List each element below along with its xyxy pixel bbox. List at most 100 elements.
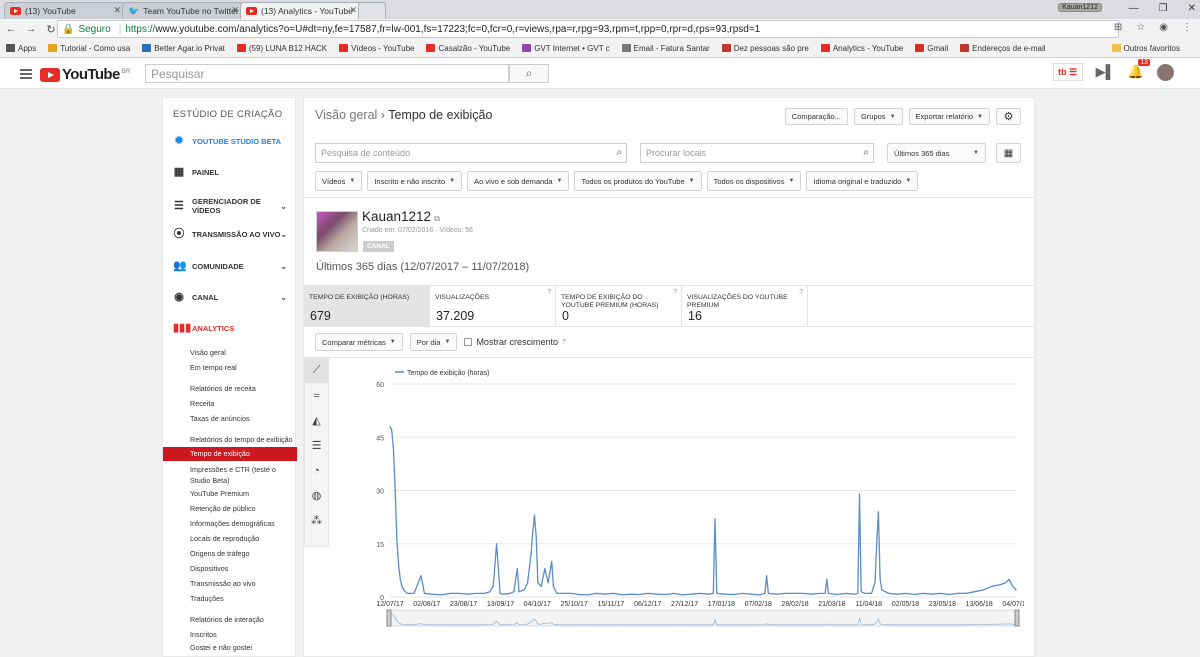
- bookmark-item[interactable]: Tutorial - Como usa: [48, 44, 130, 53]
- analytics-subnav-item[interactable]: Transmissão ao vivo: [190, 579, 256, 588]
- bubble-chart-icon[interactable]: ⁂: [305, 508, 328, 533]
- analytics-subnav-item[interactable]: Receita: [190, 399, 214, 408]
- compare-button[interactable]: Comparação...: [784, 108, 848, 125]
- analytics-subnav-item[interactable]: Relatórios de receita: [190, 384, 256, 393]
- location-search-input[interactable]: Procurar locais ⌕: [640, 143, 874, 163]
- help-icon[interactable]: ?: [673, 289, 677, 296]
- checkbox[interactable]: [464, 338, 473, 346]
- close-icon[interactable]: ✕: [231, 5, 239, 16]
- analytics-subnav-item[interactable]: YouTube Premium: [190, 489, 249, 498]
- browser-profile[interactable]: Kauan1212: [1058, 3, 1102, 12]
- star-icon[interactable]: ☆: [1136, 22, 1145, 33]
- filter-live[interactable]: Ao vivo e sob demanda ▼: [467, 171, 570, 191]
- content-search-input[interactable]: Pesquisa de conteúdo ⌕: [315, 143, 627, 163]
- per-day-select[interactable]: Por dia ▼: [409, 333, 458, 351]
- breadcrumb-overview-link[interactable]: Visão geral: [315, 108, 377, 122]
- analytics-subnav-item[interactable]: Tempo de exibição: [163, 447, 297, 461]
- calendar-button[interactable]: ▦: [996, 143, 1021, 163]
- browser-tab-twitter[interactable]: 🐦 Team YouTube no Twitter ✕: [122, 2, 244, 19]
- new-tab-button[interactable]: [358, 2, 386, 19]
- bar-chart-icon[interactable]: ☰: [305, 433, 328, 458]
- analytics-subnav-item[interactable]: Locais de reprodução: [190, 534, 259, 543]
- back-icon[interactable]: ←: [5, 23, 17, 35]
- analytics-subnav-item[interactable]: Traduções: [190, 594, 224, 603]
- forward-icon[interactable]: →: [25, 23, 37, 35]
- analytics-subnav-item[interactable]: Retenção de público: [190, 504, 256, 513]
- bookmark-item[interactable]: GVT Internet • GVT c: [522, 44, 610, 53]
- date-range-select[interactable]: Últimos 365 dias ▼: [887, 143, 986, 163]
- filter-devices[interactable]: Todos os dispositivos ▼: [706, 171, 802, 191]
- analytics-subnav-item[interactable]: Impressões e CTR (teste o: [190, 465, 276, 474]
- close-icon[interactable]: ✕: [113, 5, 121, 16]
- multi-line-icon[interactable]: ≈: [305, 383, 328, 408]
- bookmark-item[interactable]: Better Agar.io Privat: [142, 44, 225, 53]
- browser-tab-youtube[interactable]: (13) YouTube ✕: [4, 2, 126, 19]
- analytics-subnav-item[interactable]: Visão geral: [190, 348, 226, 357]
- globe-icon[interactable]: ◍: [305, 483, 328, 508]
- pie-chart-icon[interactable]: ◔: [305, 458, 328, 483]
- search-button[interactable]: ⌕: [509, 64, 549, 83]
- sidebar-item-video-manager[interactable]: ☰ GERENCIADOR DE VÍDEOS ⌄: [173, 197, 291, 215]
- bookmark-item[interactable]: Vídeos - YouTube: [339, 44, 414, 53]
- sidebar-item-community[interactable]: 👥 COMUNIDADE ⌄: [173, 260, 291, 272]
- compare-metrics-button[interactable]: Comparar métricas ▼: [315, 333, 403, 351]
- reload-icon[interactable]: ↻: [45, 23, 57, 36]
- sidebar-item-channel[interactable]: ◉ CANAL ⌄: [173, 291, 291, 303]
- show-growth-checkbox[interactable]: Mostrar crescimento ?: [464, 337, 566, 347]
- metric-premium-watch-time[interactable]: TEMPO DE EXIBIÇÃO DO YOUTUBE PREMIUM (HO…: [556, 286, 682, 327]
- metric-views[interactable]: VISUALIZAÇÕES 37.209 ?: [430, 286, 556, 327]
- filter-language[interactable]: Idioma original e traduzido ▼: [806, 171, 919, 191]
- analytics-subnav-item[interactable]: Informações demográficas: [190, 519, 275, 528]
- metric-premium-views[interactable]: VISUALIZAÇÕES DO YOUTUBE PREMIUM 16 ?: [682, 286, 808, 327]
- translate-icon[interactable]: ⊞: [1114, 22, 1122, 33]
- export-report-button[interactable]: Exportar relatório ▼: [908, 108, 990, 125]
- notifications-icon[interactable]: 🔔 13: [1128, 59, 1150, 80]
- sidebar-item-analytics[interactable]: ▮▮▮ ANALYTICS: [173, 322, 291, 334]
- sidebar-item-painel[interactable]: ▦ PAINEL: [173, 166, 291, 178]
- close-icon[interactable]: ✕: [349, 5, 357, 16]
- bookmark-item[interactable]: Dez pessoas são pre: [721, 44, 809, 53]
- external-link-icon[interactable]: ⧉: [434, 214, 440, 223]
- chevron-down-icon[interactable]: ⌄: [280, 202, 287, 211]
- bookmark-item[interactable]: Apps: [6, 44, 36, 53]
- bookmark-item[interactable]: Casalzão - YouTube: [426, 44, 510, 53]
- extension-icon[interactable]: ◉: [1159, 22, 1168, 33]
- sidebar-item-live[interactable]: ⦿ TRANSMISSÃO AO VIVO ⌄: [173, 228, 291, 240]
- analytics-subnav-item[interactable]: Taxas de anúncios: [190, 414, 250, 423]
- bookmark-item[interactable]: Endereços de e-mail: [960, 44, 1046, 53]
- help-icon[interactable]: ?: [562, 339, 566, 346]
- search-input[interactable]: Pesquisar: [145, 64, 509, 83]
- analytics-subnav-item[interactable]: Origens de tráfego: [190, 549, 250, 558]
- analytics-subnav-item[interactable]: Studio Beta): [190, 476, 230, 485]
- filter-products[interactable]: Todos os produtos do YouTube ▼: [574, 171, 702, 191]
- bookmark-item[interactable]: Gmail: [915, 44, 948, 53]
- help-icon[interactable]: ?: [547, 289, 551, 296]
- browser-tab-analytics[interactable]: (13) Analytics - YouTube ✕: [240, 2, 362, 19]
- settings-button[interactable]: ⚙: [996, 108, 1021, 125]
- lock-icon[interactable]: 🔒: [62, 24, 74, 35]
- help-icon[interactable]: ?: [799, 289, 803, 296]
- menu-dots-icon[interactable]: ⋮: [1182, 22, 1192, 33]
- area-chart-icon[interactable]: ◭: [305, 408, 328, 433]
- analytics-subnav-item[interactable]: Em tempo real: [190, 363, 237, 372]
- sidebar-item-studio-beta[interactable]: ✹ YOUTUBE STUDIO BETA: [173, 135, 291, 147]
- analytics-subnav-item[interactable]: Dispositivos: [190, 564, 228, 573]
- analytics-subnav-item[interactable]: Relatórios do tempo de exibição: [190, 435, 293, 444]
- analytics-subnav-item[interactable]: Inscritos: [190, 630, 217, 639]
- bookmark-item[interactable]: (59) LUNA B12 HACK: [236, 44, 327, 53]
- chevron-down-icon[interactable]: ⌄: [280, 293, 287, 302]
- minimize-icon[interactable]: —: [1129, 3, 1139, 14]
- close-window-icon[interactable]: ✕: [1188, 3, 1196, 14]
- filter-subscribed[interactable]: Inscrito e não inscrito ▼: [367, 171, 463, 191]
- chevron-down-icon[interactable]: ⌄: [280, 230, 287, 239]
- analytics-subnav-item[interactable]: Relatórios de interação: [190, 615, 264, 624]
- url-input[interactable]: 🔒 Seguro | https:// www.youtube.com/anal…: [57, 20, 1119, 38]
- line-chart-icon[interactable]: ⟋: [305, 358, 328, 383]
- maximize-icon[interactable]: ❐: [1159, 3, 1168, 14]
- other-bookmarks[interactable]: Outros favoritos: [1111, 44, 1180, 53]
- youtube-logo[interactable]: YouTube BR: [40, 66, 130, 83]
- bookmark-item[interactable]: Analytics - YouTube: [820, 44, 903, 53]
- bookmark-item[interactable]: Email - Fatura Santar: [621, 44, 710, 53]
- upload-icon[interactable]: ▶▌: [1096, 64, 1115, 80]
- filter-videos[interactable]: Vídeos ▼: [315, 171, 363, 191]
